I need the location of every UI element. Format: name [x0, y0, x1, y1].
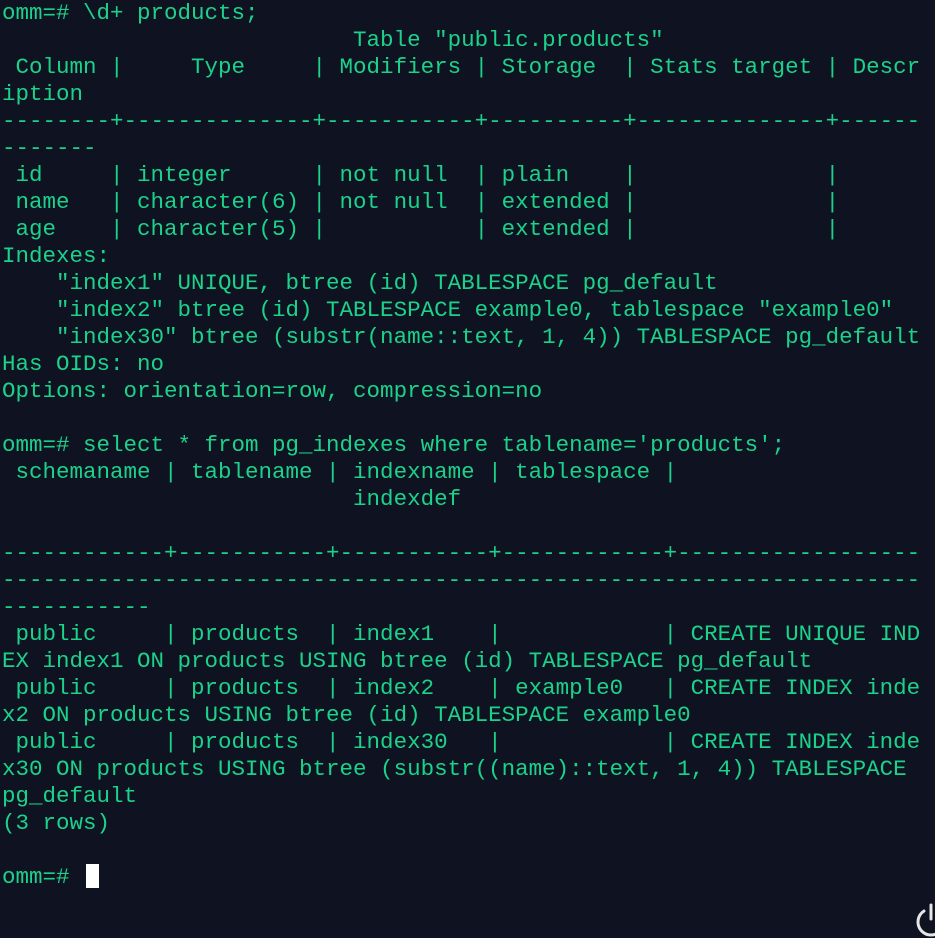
terminal-line: x2 ON products USING btree (id) TABLESPA…	[2, 702, 691, 728]
terminal-line: "index30" btree (substr(name::text, 1, 4…	[2, 324, 921, 350]
terminal-line: schemaname | tablename | indexname | tab…	[2, 459, 678, 485]
terminal-window[interactable]: omm=# \d+ products; Table "public.produc…	[2, 0, 935, 924]
terminal-line: indexdef	[2, 486, 462, 512]
terminal-prompt: omm=#	[2, 864, 70, 890]
terminal-line: EX index1 ON products USING btree (id) T…	[2, 648, 813, 674]
terminal-input-line[interactable]: omm=#	[2, 864, 935, 891]
terminal-line: iption	[2, 81, 84, 107]
terminal-line: x30 ON products USING btree (substr((nam…	[2, 756, 907, 782]
terminal-line: name | character(6) | not null | extende…	[2, 189, 840, 215]
terminal-line: public | products | index30 | | CREATE I…	[2, 729, 921, 755]
terminal-line: ----------------------------------------…	[2, 567, 921, 593]
terminal-line: Has OIDs: no	[2, 351, 165, 377]
terminal-line: "index1" UNIQUE, btree (id) TABLESPACE p…	[2, 270, 718, 296]
text-cursor	[86, 864, 100, 888]
terminal-line: -----------	[2, 594, 151, 620]
terminal-line: -------	[2, 135, 97, 161]
terminal-line: Column | Type | Modifiers | Storage | St…	[2, 54, 921, 80]
terminal-line: Indexes:	[2, 243, 111, 269]
terminal-line: Options: orientation=row, compression=no	[2, 378, 543, 404]
terminal-line: omm=# \d+ products;	[2, 0, 259, 26]
terminal-line: age | character(5) | | extended | |	[2, 216, 840, 242]
terminal-line: (3 rows)	[2, 810, 111, 836]
terminal-line: pg_default	[2, 783, 138, 809]
terminal-line: omm=# select * from pg_indexes where tab…	[2, 432, 786, 458]
terminal-line: public | products | index1 | | CREATE UN…	[2, 621, 921, 647]
terminal-line: id | integer | not null | plain | |	[2, 162, 840, 188]
power-icon[interactable]	[913, 902, 935, 938]
terminal-line: --------+--------------+-----------+----…	[2, 108, 921, 134]
terminal-line: Table "public.products"	[2, 27, 664, 53]
terminal-output: omm=# \d+ products; Table "public.produc…	[2, 0, 935, 864]
terminal-line: "index2" btree (id) TABLESPACE example0,…	[2, 297, 894, 323]
terminal-line: public | products | index2 | example0 | …	[2, 675, 921, 701]
terminal-line: ------------+-----------+-----------+---…	[2, 540, 921, 566]
